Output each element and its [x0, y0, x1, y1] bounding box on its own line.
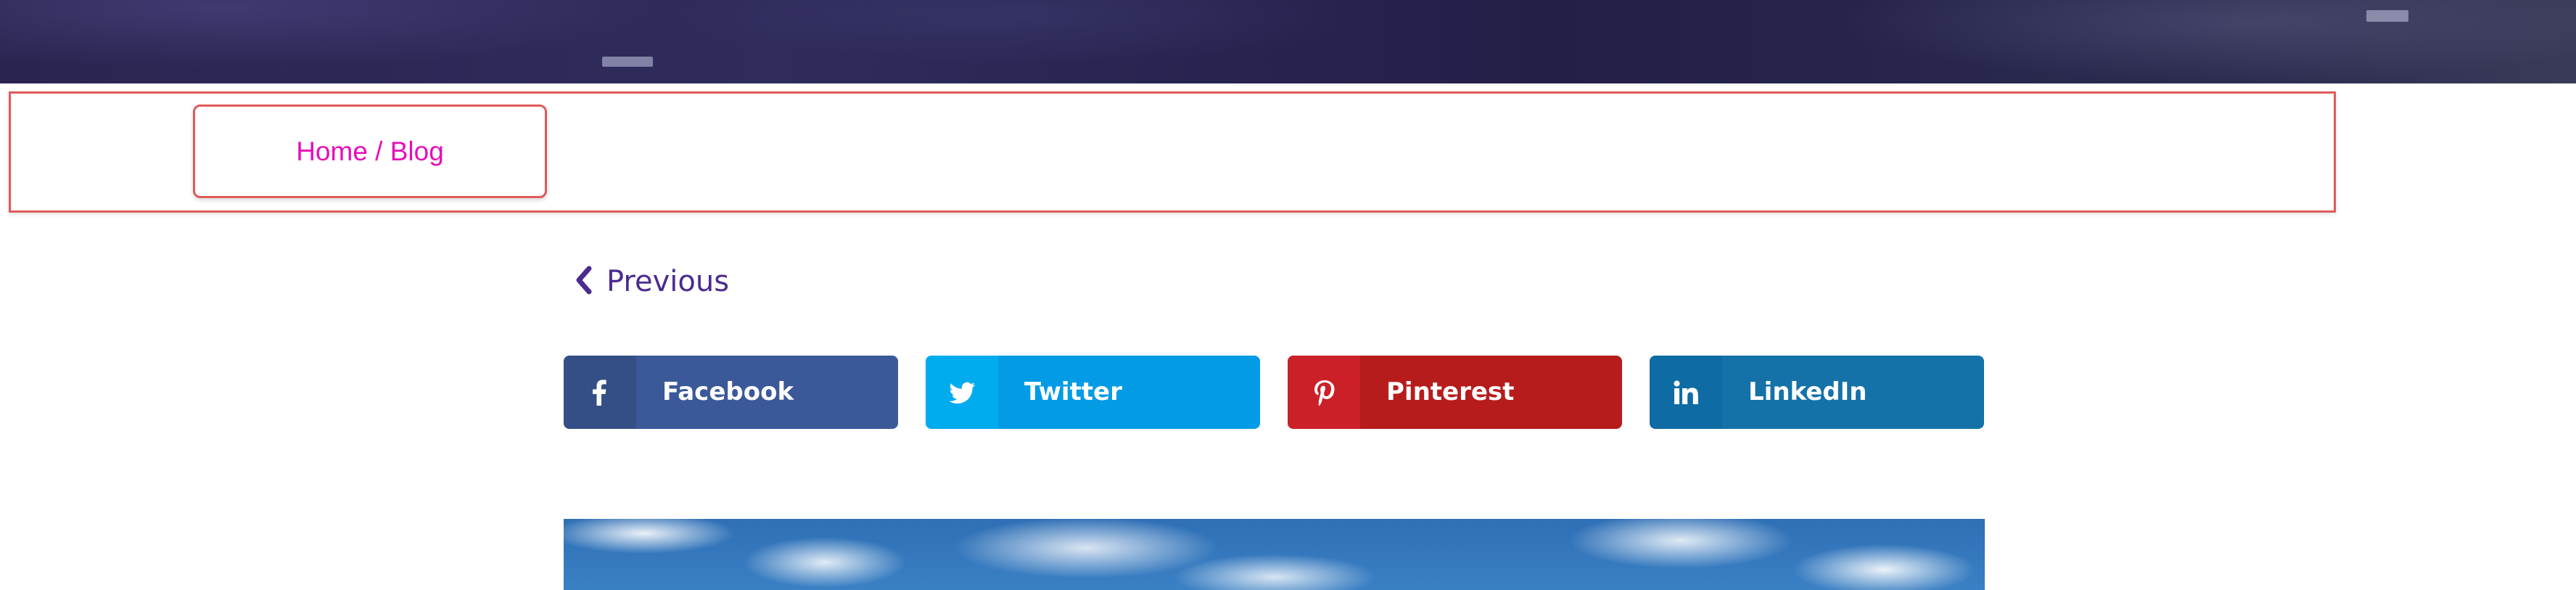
- breadcrumb-text[interactable]: Home / Blog: [296, 136, 444, 167]
- hero-glint: [2366, 10, 2408, 22]
- previous-label: Previous: [606, 265, 730, 298]
- share-pinterest-label: Pinterest: [1386, 377, 1515, 406]
- pinterest-icon: [1288, 356, 1360, 429]
- facebook-icon: [564, 356, 636, 429]
- share-twitter-button[interactable]: Twitter: [926, 356, 1260, 429]
- featured-image: [564, 519, 1985, 590]
- share-linkedin-label: LinkedIn: [1748, 377, 1867, 406]
- hero-banner: [0, 0, 2576, 83]
- chevron-left-icon: [573, 266, 593, 298]
- share-facebook-label: Facebook: [662, 377, 794, 406]
- share-facebook-button[interactable]: Facebook: [564, 356, 898, 429]
- previous-post-link[interactable]: Previous: [573, 261, 729, 302]
- share-twitter-label: Twitter: [1024, 377, 1122, 406]
- share-pinterest-button[interactable]: Pinterest: [1288, 356, 1622, 429]
- share-linkedin-button[interactable]: LinkedIn: [1650, 356, 1984, 429]
- hero-glint: [602, 57, 653, 67]
- breadcrumb[interactable]: Home / Blog: [193, 105, 547, 198]
- linkedin-icon: [1650, 356, 1722, 429]
- twitter-icon: [926, 356, 998, 429]
